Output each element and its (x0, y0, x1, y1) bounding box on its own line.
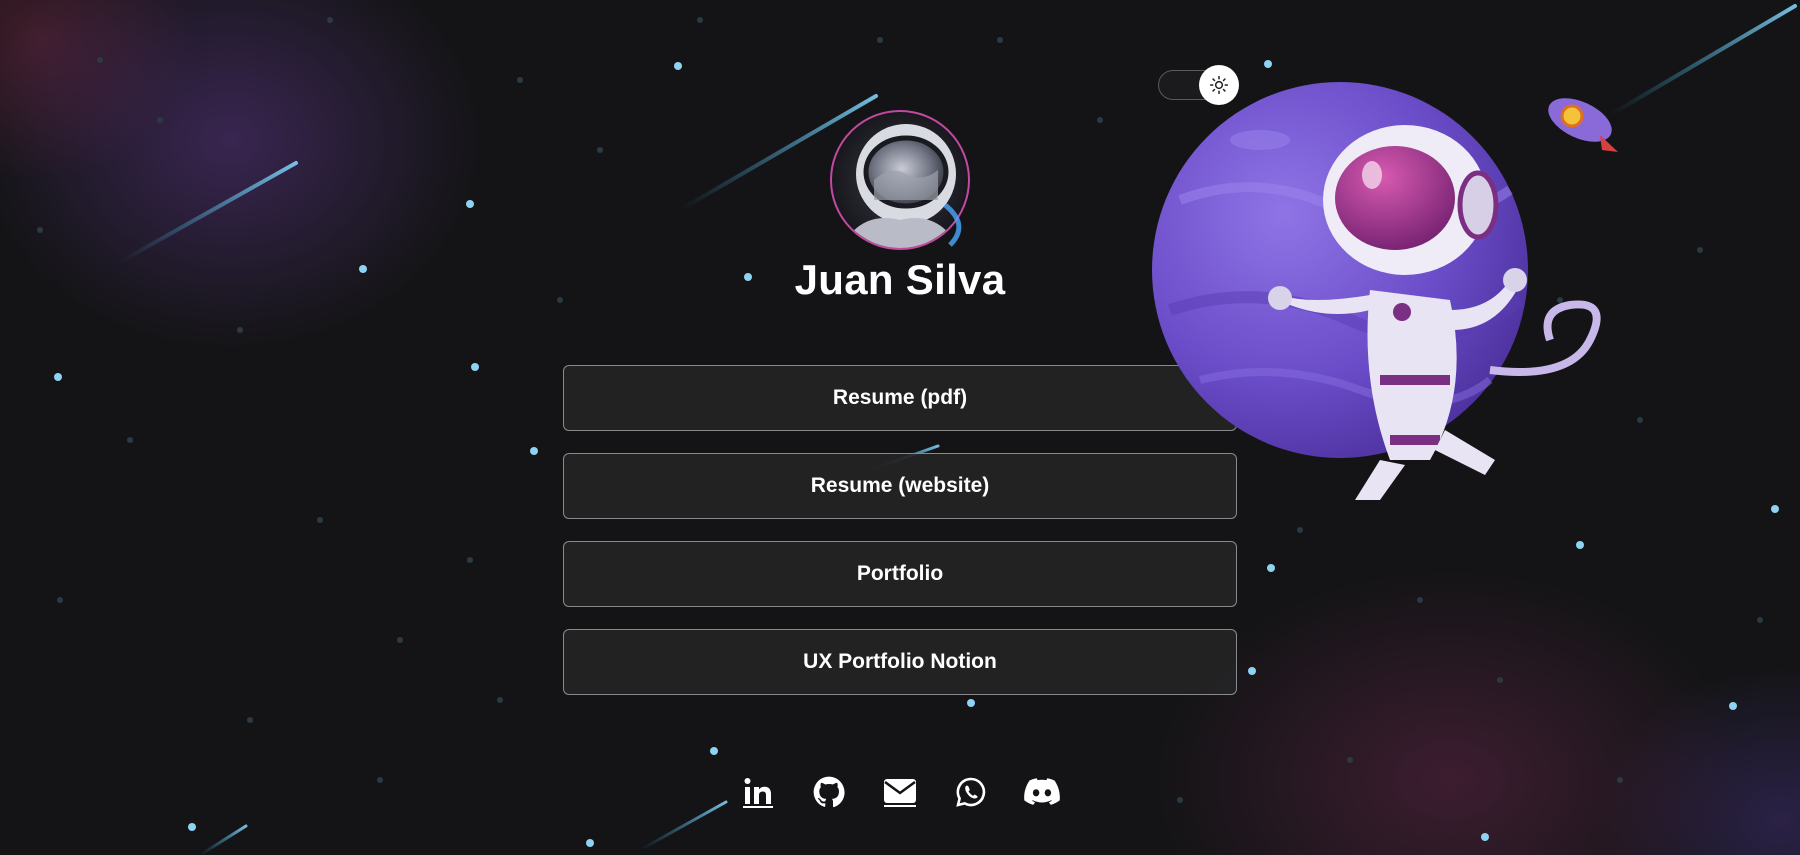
avatar (830, 110, 970, 250)
rocket (1548, 98, 1618, 152)
linkedin-icon (743, 778, 773, 808)
linkedin-link[interactable] (740, 774, 776, 810)
email-link[interactable] (882, 774, 918, 810)
discord-icon (1024, 778, 1060, 805)
discord-link[interactable] (1024, 774, 1060, 810)
whatsapp-icon (956, 777, 986, 807)
link-list: Resume (pdf) Resume (website) Portfolio … (563, 365, 1237, 717)
portfolio-button[interactable]: Portfolio (563, 541, 1237, 607)
astronaut-planet-illustration (1152, 82, 1618, 500)
github-link[interactable] (811, 774, 847, 810)
resume-pdf-button[interactable]: Resume (pdf) (563, 365, 1237, 431)
page: Juan Silva Resume (pdf) Resume (website)… (0, 0, 1800, 855)
whatsapp-link[interactable] (953, 774, 989, 810)
social-links (740, 772, 1060, 812)
email-icon (884, 779, 916, 807)
ux-portfolio-notion-button[interactable]: UX Portfolio Notion (563, 629, 1237, 695)
profile-name: Juan Silva (794, 256, 1006, 303)
resume-website-button[interactable]: Resume (website) (563, 453, 1237, 519)
planet (1152, 82, 1528, 458)
github-icon (813, 776, 845, 808)
astronaut-helmet-avatar (830, 110, 970, 250)
